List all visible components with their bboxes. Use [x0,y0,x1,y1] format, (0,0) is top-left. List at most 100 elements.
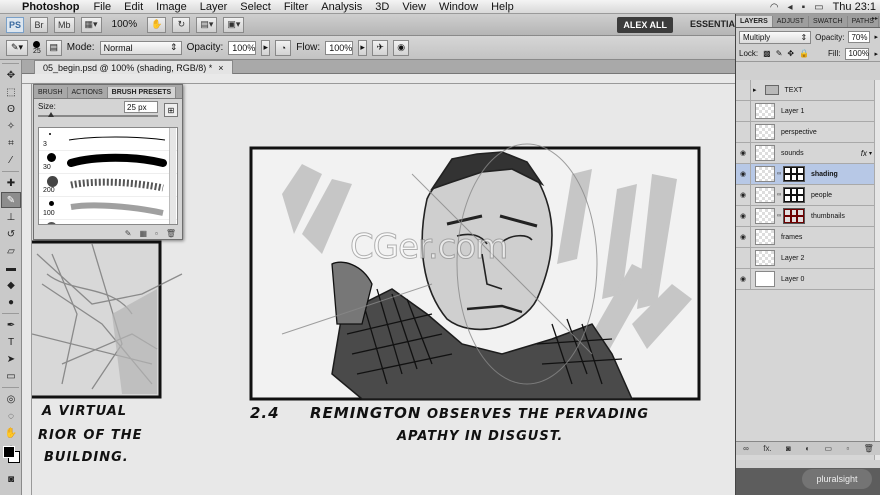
menu-select[interactable]: Select [240,1,271,13]
visibility-toggle[interactable] [736,122,751,142]
close-icon[interactable]: × [218,63,223,73]
tab-brush[interactable]: BRUSH [34,87,68,98]
add-mask-icon[interactable]: ◙ [786,444,791,453]
panel-collapse-icon[interactable]: ▸▸ [870,14,880,22]
eyedropper-tool-icon[interactable]: ⁄ [1,152,21,168]
visibility-toggle[interactable] [736,248,751,268]
menu-window[interactable]: Window [439,1,478,13]
lock-all-icon[interactable]: 🔒 [799,49,809,58]
eye-icon[interactable]: ◉ [736,206,751,226]
3d-orbit-tool-icon[interactable]: ◌ [1,408,21,424]
menu-image[interactable]: Image [156,1,187,13]
arrange-documents-button[interactable]: ▤▾ [196,16,218,33]
quick-mask-icon[interactable]: ◙ [1,471,21,487]
shape-tool-icon[interactable]: ▭ [1,368,21,384]
mini-bridge-button[interactable]: Mb [54,16,75,33]
brush-size-slider[interactable] [38,115,158,117]
battery-icon[interactable]: ▭ [814,2,823,13]
dodge-tool-icon[interactable]: ● [1,294,21,310]
lock-image-icon[interactable]: ✎ [776,49,783,58]
tab-layers[interactable]: LAYERS [736,16,773,27]
eye-icon[interactable]: ◉ [736,269,751,289]
brush-size-slider-thumb[interactable] [48,112,54,117]
view-extras-button[interactable]: ▦▾ [80,16,102,33]
new-brush-preset-icon[interactable]: ⊞ [164,103,178,117]
eye-icon[interactable]: ◉ [736,185,751,205]
grid-view-icon[interactable]: ▦ [139,229,147,238]
eraser-tool-icon[interactable]: ▱ [1,243,21,259]
rotate-view-icon[interactable]: ↻ [172,16,191,33]
type-tool-icon[interactable]: T [1,334,21,350]
brush-panel-toggle-icon[interactable]: ▤ [45,39,62,56]
tab-actions[interactable]: ACTIONS [68,87,108,98]
effects-expand-icon[interactable]: ▾ [869,150,872,157]
menu-analysis[interactable]: Analysis [321,1,362,13]
fill-arrow-icon[interactable]: ▸ [874,50,878,58]
layer-mask-thumbnail[interactable] [783,208,805,224]
move-tool-icon[interactable]: ✥ [1,67,21,83]
hand-tool-icon[interactable]: ✋ [1,425,21,441]
layers-scrollbar[interactable] [874,80,880,460]
lock-transparency-icon[interactable]: ▩ [763,49,771,58]
menu-layer[interactable]: Layer [200,1,228,13]
brush-list-scrollbar[interactable] [169,128,176,224]
menu-view[interactable]: View [402,1,426,13]
pen-tool-icon[interactable]: ✒ [1,317,21,333]
eye-icon[interactable]: ◉ [736,143,751,163]
gradient-tool-icon[interactable]: ▬ [1,260,21,276]
layer-row-frames[interactable]: ◉ frames [736,227,880,248]
menu-filter[interactable]: Filter [284,1,308,13]
opacity-arrow-icon[interactable]: ▸ [874,33,878,41]
menu-3d[interactable]: 3D [375,1,389,13]
visibility-toggle[interactable] [736,101,751,121]
brush-preset-item[interactable] [39,220,177,224]
lock-position-icon[interactable]: ✥ [787,49,794,58]
link-layers-icon[interactable]: ∞ [743,444,749,453]
brush-picker[interactable]: 25 [33,40,41,55]
horizontal-ruler[interactable] [22,74,735,84]
bridge-button[interactable]: Br [30,16,48,33]
crop-tool-icon[interactable]: ⌗ [1,135,21,151]
brush-preset-item[interactable]: 3 [39,128,177,151]
layer-row-people[interactable]: ◉ ∞ people [736,185,880,206]
quick-select-tool-icon[interactable]: ✧ [1,118,21,134]
opacity-field[interactable]: 100% [228,40,257,55]
vertical-ruler[interactable] [22,84,32,495]
path-select-tool-icon[interactable]: ➤ [1,351,21,367]
brush-preset-item[interactable]: 200 [39,174,177,197]
brush-preset-list[interactable]: 3 30 200 100 [38,127,178,225]
trash-icon[interactable]: 🗑 [166,229,176,238]
pressure-size-icon[interactable]: ◉ [393,39,410,56]
wifi-icon[interactable]: ◠ [770,2,779,13]
brush-panel-toggle-icon[interactable]: ✎ [125,229,132,238]
layer-mask-thumbnail[interactable] [783,166,805,182]
marquee-tool-icon[interactable]: ⬚ [1,84,21,100]
eye-icon[interactable]: ◉ [736,227,751,247]
layer-opacity-field[interactable]: 70% [848,31,871,43]
tab-brush-presets[interactable]: BRUSH PRESETS [107,87,177,98]
brush-preset-item[interactable]: 30 [39,151,177,174]
menu-clock[interactable]: Thu 23:1 [833,1,876,13]
disclosure-arrow-icon[interactable]: ▸ [753,86,757,94]
layer-effects-icon[interactable]: fx [861,149,867,158]
volume-icon[interactable]: ◂ [788,2,793,13]
trash-icon[interactable]: 🗑 [864,444,874,453]
tab-adjustments[interactable]: ADJUST [773,16,809,27]
lasso-tool-icon[interactable]: ʘ [1,101,21,117]
zoom-level[interactable]: 100% [108,17,142,33]
menu-edit[interactable]: Edit [124,1,143,13]
layer-row-sounds[interactable]: ◉ sounds fx ▾ [736,143,880,164]
flag-icon[interactable]: ▪ [802,2,806,13]
pressure-opacity-icon[interactable]: ◔ [275,39,292,56]
new-group-icon[interactable]: ▭ [824,444,832,453]
mode-select[interactable]: Normal ⇕ [99,40,182,55]
fill-field[interactable]: 100% [845,47,870,60]
tab-swatches[interactable]: SWATCH [809,16,848,27]
history-brush-tool-icon[interactable]: ↺ [1,226,21,242]
blend-mode-select[interactable]: Multiply ⇕ [739,30,812,44]
eye-icon[interactable]: ◉ [736,164,751,184]
menu-app-name[interactable]: Photoshop [22,1,79,13]
visibility-toggle[interactable] [736,80,751,100]
brush-preset-item[interactable]: 100 [39,197,177,220]
layer-row-layer-1[interactable]: Layer 1 [736,101,880,122]
